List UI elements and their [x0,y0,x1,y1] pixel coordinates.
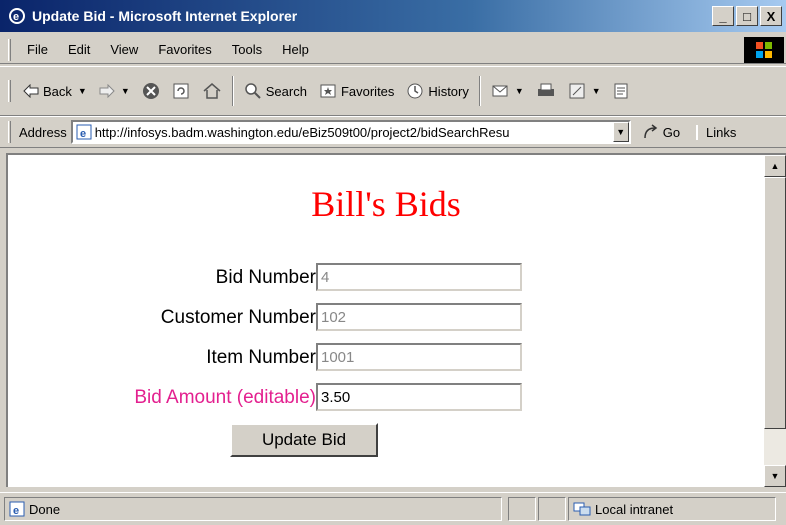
vertical-scrollbar[interactable]: ▲ ▼ [764,155,786,487]
page-icon: e [76,124,92,140]
update-bid-button[interactable]: Update Bid [230,423,378,457]
title-bar: e Update Bid - Microsoft Internet Explor… [0,0,786,32]
menu-grip [8,38,11,61]
close-button[interactable]: X [760,6,782,26]
address-input[interactable]: e http://infosys.badm.washington.edu/eBi… [70,120,631,144]
home-icon [203,83,221,99]
stop-icon [142,83,159,99]
address-grip [8,121,11,143]
menu-bar: File Edit View Favorites Tools Help [0,36,786,64]
scroll-up-button[interactable]: ▲ [764,155,786,177]
go-arrow-icon [643,124,657,139]
history-icon [407,83,423,99]
bid-number-label: Bid Number [215,267,316,288]
zone-label: Local intranet [595,501,674,517]
status-panel-secure [538,497,566,521]
form-row-bid-amount: Bid Amount (editable) [8,383,764,413]
ie-icon: e [9,8,25,24]
windows-logo-icon [744,36,784,63]
form-row-bid-number: Bid Number [8,263,764,293]
refresh-button[interactable] [166,82,196,100]
page-viewport: Bill's Bids Bid Number Customer Number I… [6,153,786,487]
forward-dropdown-icon[interactable]: ▼ [121,86,130,96]
favorites-label: Favorites [340,83,395,99]
svg-text:e: e [13,505,19,517]
print-icon [537,83,554,96]
stop-button[interactable] [136,82,166,100]
mail-dropdown-icon[interactable]: ▼ [515,86,524,96]
toolbar-grip [8,80,11,102]
address-url[interactable]: http://infosys.badm.washington.edu/eBiz5… [93,125,613,140]
form-row-item-number: Item Number [8,343,764,373]
menu-edit[interactable]: Edit [58,42,100,57]
history-label: History [428,83,469,99]
menu-tools[interactable]: Tools [222,42,272,57]
menu-favorites[interactable]: Favorites [148,42,221,57]
menu-help[interactable]: Help [272,42,319,57]
search-label: Search [265,83,307,99]
back-button[interactable]: Back ▼ [17,84,93,99]
links-button[interactable]: Links [696,124,736,140]
status-panel-progress [508,497,536,521]
form-row-customer-number: Customer Number [8,303,764,333]
back-dropdown-icon[interactable]: ▼ [78,86,87,96]
discuss-icon [614,83,628,99]
status-text-panel: e Done [4,497,502,521]
minimize-button[interactable]: _ [712,6,734,26]
toolbar: Back ▼ ▼ Search Favorites History ▼ ▼ [0,66,786,116]
favorites-icon [320,84,336,98]
svg-text:e: e [80,128,86,140]
edit-page-icon [569,83,585,99]
forward-button[interactable]: ▼ [93,84,136,98]
search-button[interactable]: Search [238,82,313,100]
window-title: Update Bid - Microsoft Internet Explorer [32,8,298,24]
address-label: Address [19,124,67,140]
intranet-icon [573,502,591,516]
bid-amount-label: Bid Amount (editable) [134,387,316,408]
go-label: Go [662,124,681,140]
print-button[interactable] [530,82,562,100]
address-dropdown-icon[interactable]: ▼ [612,122,629,142]
edit-button[interactable]: ▼ [562,82,607,100]
zone-panel: Local intranet [568,497,776,521]
bid-amount-field[interactable] [316,383,522,411]
favorites-button[interactable]: Favorites [313,82,400,100]
mail-button[interactable]: ▼ [485,82,530,100]
scroll-thumb[interactable] [764,177,786,429]
page-title: Bill's Bids [311,184,461,224]
forward-arrow-icon [99,84,115,98]
home-button[interactable] [196,82,228,100]
edit-dropdown-icon[interactable]: ▼ [592,86,601,96]
history-button[interactable]: History [400,82,474,100]
mail-icon [492,85,508,97]
refresh-icon [173,83,189,99]
search-icon [245,83,261,99]
page-done-icon: e [9,501,25,517]
back-label: Back [43,83,72,99]
status-text: Done [29,501,61,517]
scroll-down-button[interactable]: ▼ [764,465,786,487]
item-number-label: Item Number [206,347,316,368]
discuss-button[interactable] [607,82,635,100]
toolbar-separator [231,76,234,106]
item-number-field[interactable] [316,343,522,371]
address-bar: Address e http://infosys.badm.washington… [0,116,786,148]
toolbar-separator [478,76,481,106]
maximize-button[interactable]: □ [736,6,758,26]
bid-number-field[interactable] [316,263,522,291]
customer-number-field[interactable] [316,303,522,331]
svg-text:e: e [13,11,19,23]
status-bar: e Done Local intranet [0,492,786,525]
go-button[interactable]: Go [643,124,680,140]
back-arrow-icon [23,84,39,98]
customer-number-label: Customer Number [160,307,316,328]
page-content: Bill's Bids Bid Number Customer Number I… [8,155,764,487]
menu-file[interactable]: File [17,42,58,57]
menu-view[interactable]: View [100,42,148,57]
